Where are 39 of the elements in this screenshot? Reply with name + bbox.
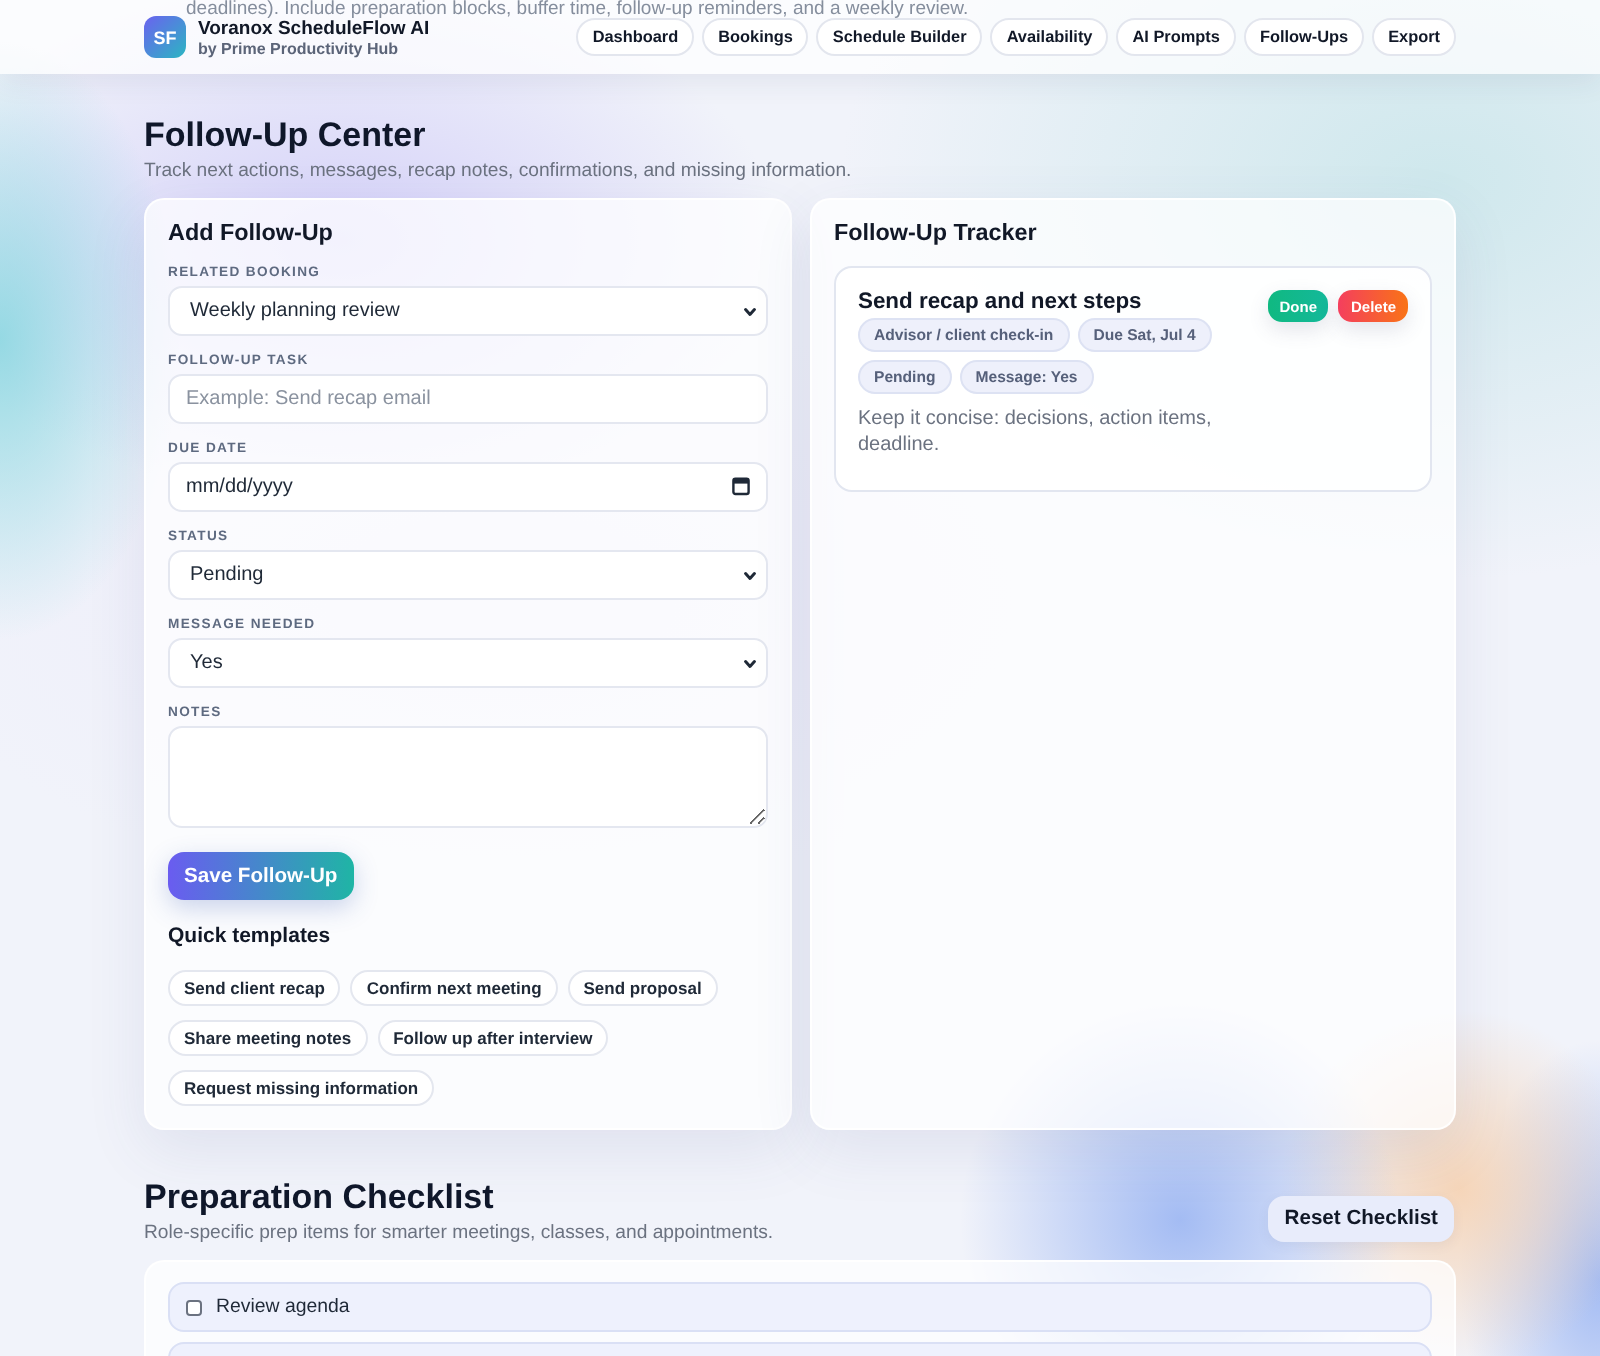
follow-up-note: Keep it concise: decisions, action items, deadline. — [858, 408, 1214, 458]
template-button[interactable]: Confirm next meeting — [350, 970, 558, 1006]
checklist-item-text: Review agenda — [216, 1296, 350, 1318]
page-title: Follow-Up Center — [144, 116, 428, 156]
nav-button[interactable]: Dashboard — [576, 18, 695, 56]
nav-button[interactable]: Bookings — [702, 18, 809, 56]
nav-button[interactable]: Availability — [990, 18, 1109, 56]
template-button[interactable]: Send client recap — [168, 970, 341, 1006]
nav-button[interactable]: AI Prompts — [1116, 18, 1236, 56]
template-button[interactable]: Follow up after interview — [377, 1020, 609, 1056]
chevron-down-icon — [744, 307, 756, 315]
app-logo: SF — [144, 16, 186, 58]
nav-button[interactable]: Schedule Builder — [816, 18, 983, 56]
page-subtitle: Track next actions, messages, recap notes, confirmations, and missing information. — [144, 160, 854, 184]
save-button[interactable]: Save Follow-Up — [168, 852, 354, 900]
dropdown-field[interactable]: Yes — [168, 638, 768, 688]
text-input-field[interactable]: Example: Send recap email — [168, 374, 768, 424]
nav-button[interactable]: Follow-Ups — [1243, 18, 1365, 56]
section-heading: Quick templates — [168, 922, 333, 950]
panel-title: Add Follow-Up — [168, 220, 335, 248]
chevron-down-icon — [744, 659, 756, 667]
follow-up-title: Send recap and next steps — [858, 288, 1144, 316]
checkbox[interactable] — [186, 1299, 202, 1315]
chevron-down-icon — [744, 571, 756, 579]
dropdown-field[interactable]: Weekly planning review — [168, 286, 768, 336]
nav-button[interactable]: Export — [1372, 18, 1456, 56]
dropdown-field[interactable]: Pending — [168, 550, 768, 600]
template-button[interactable]: Send proposal — [567, 970, 718, 1006]
reset-checklist-button[interactable]: Reset Checklist — [1268, 1196, 1454, 1242]
app-title: Voranox ScheduleFlow AI — [198, 18, 430, 40]
section-subtitle: Role-specific prep items for smarter meetings, classes, and appointments. — [144, 1222, 774, 1246]
section-title: Preparation Checklist — [144, 1178, 496, 1218]
calendar-icon — [732, 476, 750, 496]
panel-title: Follow-Up Tracker — [834, 220, 1039, 248]
date-input-field[interactable]: mm/dd/yyyy — [168, 462, 768, 512]
template-button[interactable]: Share meeting notes — [168, 1020, 368, 1056]
template-button[interactable]: Request missing information — [168, 1070, 435, 1106]
paragraph-text: deadlines). Include preparation blocks, buffer time, follow-up reminders, and a weekly review. — [186, 0, 969, 20]
app-subtitle: by Prime Productivity Hub — [198, 40, 401, 60]
